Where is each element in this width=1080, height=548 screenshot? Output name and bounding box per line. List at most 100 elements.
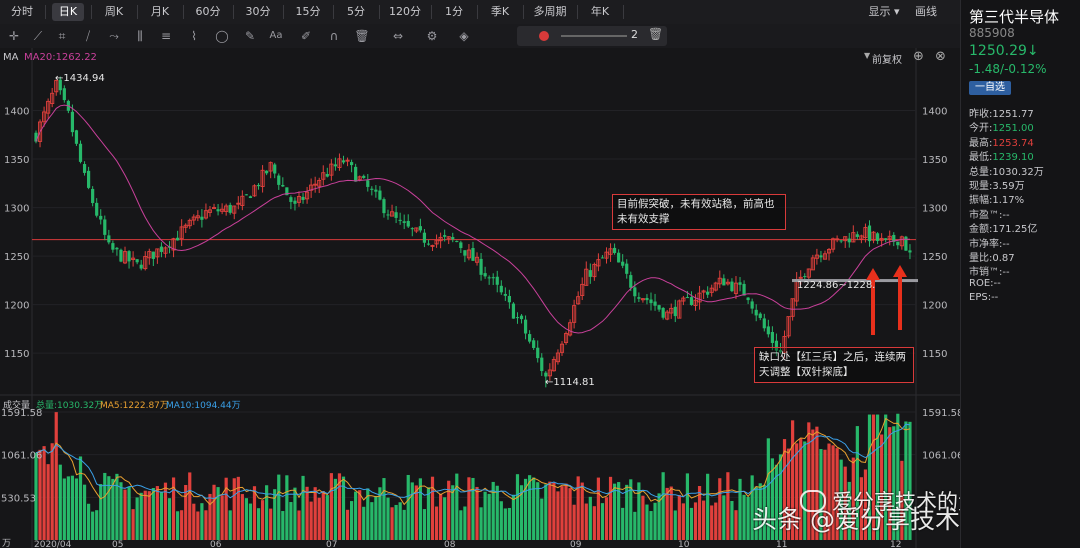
volume-bar — [443, 497, 447, 540]
volume-bar — [208, 493, 212, 540]
volume-bar — [269, 508, 273, 540]
volume-tick-right: 1591.58 — [922, 408, 960, 419]
volume-bar — [370, 502, 374, 540]
volume-bar — [467, 477, 471, 540]
volume-bar — [135, 497, 139, 540]
volume-bar — [568, 488, 572, 540]
candle-body — [770, 331, 774, 343]
volume-bar — [301, 475, 305, 540]
volume-bar — [588, 496, 592, 540]
volume-bar — [572, 504, 576, 540]
price-tick-left: 1350 — [4, 155, 29, 166]
candle-body — [617, 252, 621, 263]
volume-bar — [600, 503, 605, 540]
quote-label: 金额: — [969, 224, 993, 236]
candle-body — [685, 297, 690, 299]
candle-body — [479, 258, 483, 275]
volume-bar — [244, 498, 248, 540]
candle-body — [839, 240, 843, 242]
candle-body — [410, 228, 414, 230]
volume-bar — [653, 502, 657, 540]
low-marker: ←1114.81 — [545, 377, 595, 388]
quote-value: 171.25亿 — [992, 224, 1038, 236]
volume-bar — [345, 509, 350, 540]
volume-bar — [459, 510, 463, 540]
close-icon[interactable]: ⊗ — [935, 49, 946, 64]
price-tick-right: 1300 — [922, 204, 947, 215]
quote-sidebar: 第三代半导体 885908 1250.29↓ -1.48/-0.12% 一自选 … — [960, 0, 1080, 548]
candle-body — [151, 251, 155, 259]
candle-body — [74, 130, 79, 144]
quote-row: 振幅:1.17% — [969, 191, 1024, 206]
quote-label: 最高: — [969, 137, 993, 149]
volume-bar — [167, 498, 172, 540]
candle-body — [248, 196, 253, 199]
quote-row: 现量:3.59万 — [969, 177, 1025, 192]
fq-chevron-icon[interactable]: ▼ — [864, 51, 870, 60]
price-tick-right: 1400 — [922, 107, 947, 118]
candle-body — [588, 270, 592, 277]
quote-row: 昨收:1251.77 — [969, 105, 1034, 120]
volume-bar — [204, 510, 208, 540]
add-watchlist-button[interactable]: 一自选 — [969, 81, 1011, 95]
candle-body — [730, 281, 734, 292]
candle-body — [325, 173, 329, 177]
volume-bar — [560, 486, 564, 540]
candle-body — [95, 202, 99, 216]
candle-body — [200, 216, 204, 220]
volume-bar — [515, 474, 520, 540]
volume-bar — [604, 497, 609, 540]
ma-label: MA — [3, 52, 19, 63]
candle-body — [277, 175, 281, 185]
volume-bar — [730, 500, 734, 540]
volume-bar — [738, 478, 742, 540]
volume-bar — [285, 475, 289, 540]
volume-bar — [612, 483, 617, 540]
volume-bar — [487, 493, 491, 540]
candle-body — [847, 238, 851, 243]
volume-bar — [362, 506, 366, 540]
candle-body — [228, 204, 232, 213]
stock-change: -1.48/-0.12% — [969, 62, 1047, 76]
kline-chart[interactable]: 1400 1400 1350 1350 1300 1300 1250 1250 1200 1200… — [0, 0, 960, 548]
candle-body — [722, 278, 726, 286]
candle-body — [487, 277, 491, 279]
volume-bar — [544, 484, 548, 540]
volume-bar — [119, 482, 123, 540]
fq-dropdown[interactable]: 前复权 — [872, 51, 902, 66]
candle-body — [115, 247, 119, 250]
quote-value: -- — [993, 277, 1001, 289]
volume-bar — [86, 503, 91, 540]
volume-bar — [184, 484, 188, 540]
volume-bar — [309, 501, 313, 540]
quote-value: -- — [1002, 238, 1010, 250]
volume-bar — [159, 491, 164, 540]
volume-bar — [511, 494, 516, 540]
volume-bar — [536, 482, 540, 540]
candle-body — [519, 315, 524, 320]
candle-body — [536, 347, 540, 359]
quote-value: 1.17% — [992, 195, 1025, 207]
candle-body — [244, 194, 248, 196]
volume-bar — [661, 472, 665, 540]
add-icon[interactable]: ⊕ — [913, 49, 924, 64]
candle-body — [370, 188, 374, 190]
candle-body — [451, 237, 455, 240]
price-tick-left: 1150 — [4, 349, 29, 360]
volume-bar — [507, 507, 511, 540]
candle-body — [354, 166, 358, 182]
candle-body — [511, 303, 516, 319]
quote-value: -- — [1002, 209, 1010, 221]
volume-bar — [726, 472, 730, 540]
candle-body — [402, 221, 406, 223]
candle-body — [426, 243, 431, 245]
quote-label: 市净率: — [969, 238, 1003, 250]
volume-bar — [479, 507, 483, 540]
candle-body — [398, 219, 402, 221]
volume-bar — [734, 510, 738, 540]
candle-body — [139, 264, 143, 269]
price-tick-left: 1200 — [4, 301, 29, 312]
volume-bar — [66, 476, 70, 540]
volume-bar — [641, 495, 645, 540]
volume-bar — [463, 506, 467, 540]
